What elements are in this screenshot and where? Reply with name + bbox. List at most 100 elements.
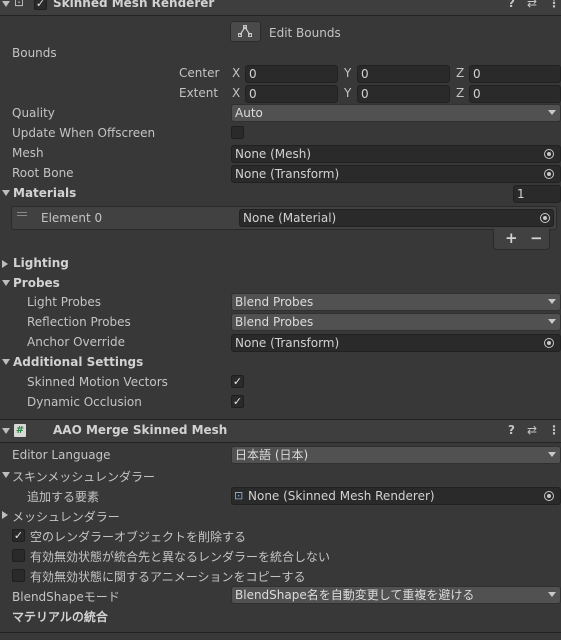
additional-settings-foldout-icon[interactable]	[2, 359, 10, 365]
root-bone-value: None (Transform)	[235, 167, 340, 181]
drag-handle-icon[interactable]	[17, 212, 27, 216]
remove-empty-label: 空のレンダラーオブジェクトを削除する	[30, 530, 247, 544]
edit-bounds-button[interactable]	[230, 21, 261, 42]
motion-vectors-checkbox[interactable]: ✓	[231, 375, 244, 388]
mesh-renderer-section-foldout-icon[interactable]	[2, 511, 8, 519]
blendshape-mode-dropdown[interactable]: BlendShape名を自動変更して重複を避ける	[231, 586, 561, 604]
reflection-probes-dropdown[interactable]: Blend Probes	[231, 313, 561, 331]
lighting-foldout-icon[interactable]	[2, 260, 8, 268]
quality-label: Quality	[12, 106, 55, 120]
skinned-section-foldout-icon[interactable]	[2, 472, 10, 478]
skinned-section-label[interactable]: スキンメッシュレンダラー	[12, 468, 155, 485]
object-picker-icon[interactable]	[544, 338, 554, 348]
chevron-down-icon	[548, 110, 556, 115]
element0-value: None (Material)	[243, 211, 337, 225]
chevron-down-icon	[548, 299, 556, 304]
materials-foldout-icon[interactable]	[2, 190, 10, 196]
light-probes-dropdown[interactable]: Blend Probes	[231, 293, 561, 311]
dynamic-occlusion-label: Dynamic Occlusion	[27, 395, 142, 409]
motion-vectors-label: Skinned Motion Vectors	[27, 375, 168, 389]
anchor-override-value: None (Transform)	[235, 336, 340, 350]
center-label: Center	[179, 66, 220, 80]
script-icon: #	[14, 424, 26, 437]
skinned-mesh-renderer-icon: ⊡	[14, 0, 25, 9]
bottom-divider	[0, 632, 561, 633]
light-probes-value: Blend Probes	[235, 295, 314, 309]
center-z-axis-label: Z	[456, 66, 465, 80]
remove-element-button[interactable]: −	[530, 229, 543, 247]
list-footer: + −	[493, 229, 550, 250]
remove-empty-checkbox[interactable]: ✓	[12, 529, 25, 542]
context-menu-icon[interactable]: ⋮	[548, 423, 560, 437]
additional-settings-label[interactable]: Additional Settings	[13, 355, 143, 369]
component-enabled-checkbox[interactable]: ✓	[34, 0, 47, 10]
anchor-override-object-field[interactable]: None (Transform)	[231, 334, 561, 352]
extent-z-axis-label: Z	[456, 86, 465, 100]
presets-icon[interactable]: ⇄	[527, 0, 537, 10]
foldout-arrow-icon[interactable]	[2, 428, 10, 434]
mesh-object-field[interactable]: None (Mesh)	[231, 145, 561, 163]
center-y-field[interactable]: 0	[357, 65, 450, 83]
center-z-field[interactable]: 0	[469, 65, 561, 83]
element0-object-field[interactable]: None (Material)	[239, 209, 554, 227]
add-element-object-field[interactable]: ⊡ None (Skinned Mesh Renderer)	[231, 487, 561, 505]
dynamic-occlusion-checkbox[interactable]: ✓	[231, 395, 244, 408]
extent-z-field[interactable]: 0	[469, 85, 561, 103]
extent-label: Extent	[179, 86, 219, 100]
reflection-probes-label: Reflection Probes	[27, 315, 131, 329]
foldout-arrow-icon[interactable]	[2, 1, 10, 7]
editor-language-value: 日本語 (日本)	[235, 448, 309, 462]
root-bone-label: Root Bone	[12, 166, 74, 180]
edit-bounds-label: Edit Bounds	[269, 26, 341, 40]
chevron-down-icon	[548, 319, 556, 324]
extent-y-axis-label: Y	[344, 86, 352, 100]
update-offscreen-label: Update When Offscreen	[12, 126, 156, 140]
root-bone-object-field[interactable]: None (Transform)	[231, 165, 561, 183]
header-divider	[0, 15, 561, 16]
skinned-mesh-renderer-header[interactable]: ⊡ ✓ Skinned Mesh Renderer ? ⇄ ⋮	[0, 0, 561, 15]
help-icon[interactable]: ?	[508, 0, 515, 10]
add-element-value: None (Skinned Mesh Renderer)	[248, 489, 435, 503]
reflection-probes-value: Blend Probes	[235, 315, 314, 329]
light-probes-label: Light Probes	[27, 295, 102, 309]
center-x-field[interactable]: 0	[245, 65, 338, 83]
edit-bounds-icon	[238, 25, 252, 37]
object-picker-icon[interactable]	[544, 149, 554, 159]
bounds-label: Bounds	[12, 46, 57, 60]
materials-list: Element 0 None (Material)	[11, 206, 557, 230]
context-menu-icon[interactable]: ⋮	[548, 0, 560, 10]
copy-animation-label: 有効無効状態に関するアニメーションをコピーする	[30, 570, 306, 584]
blendshape-mode-label: BlendShapeモード	[12, 590, 120, 604]
chevron-down-icon	[548, 592, 556, 597]
blendshape-mode-value: BlendShape名を自動変更して重複を避ける	[235, 588, 475, 602]
lighting-label[interactable]: Lighting	[13, 256, 69, 270]
quality-dropdown[interactable]: Auto	[231, 104, 561, 122]
mesh-label: Mesh	[12, 146, 44, 160]
aao-merge-header[interactable]: # AAO Merge Skinned Mesh ? ⇄ ⋮	[0, 420, 561, 442]
materials-size-field[interactable]: 1	[513, 185, 561, 203]
merge-different-label: 有効無効状態が統合先と異なるレンダラーを統合しない	[30, 550, 331, 564]
chevron-down-icon	[548, 452, 556, 457]
component-title: AAO Merge Skinned Mesh	[53, 423, 228, 437]
quality-value: Auto	[235, 106, 263, 120]
center-x-axis-label: X	[232, 66, 241, 80]
header-divider	[0, 442, 561, 443]
merge-different-checkbox[interactable]	[12, 549, 25, 562]
update-offscreen-checkbox[interactable]	[231, 126, 244, 139]
presets-icon[interactable]: ⇄	[527, 423, 537, 437]
help-icon[interactable]: ?	[508, 423, 515, 437]
add-element-button[interactable]: +	[505, 229, 518, 247]
probes-foldout-icon[interactable]	[2, 280, 10, 286]
copy-animation-checkbox[interactable]	[12, 569, 25, 582]
object-picker-icon[interactable]	[544, 169, 554, 179]
element0-label: Element 0	[41, 211, 103, 225]
mesh-renderer-section-label[interactable]: メッシュレンダラー	[12, 508, 120, 525]
materials-label[interactable]: Materials	[13, 186, 76, 200]
extent-x-field[interactable]: 0	[245, 85, 338, 103]
extent-y-field[interactable]: 0	[357, 85, 450, 103]
editor-language-dropdown[interactable]: 日本語 (日本)	[231, 446, 561, 464]
material-merge-label: マテリアルの統合	[12, 610, 108, 624]
object-picker-icon[interactable]	[544, 491, 554, 501]
probes-label[interactable]: Probes	[13, 276, 60, 290]
object-picker-icon[interactable]	[540, 213, 550, 223]
